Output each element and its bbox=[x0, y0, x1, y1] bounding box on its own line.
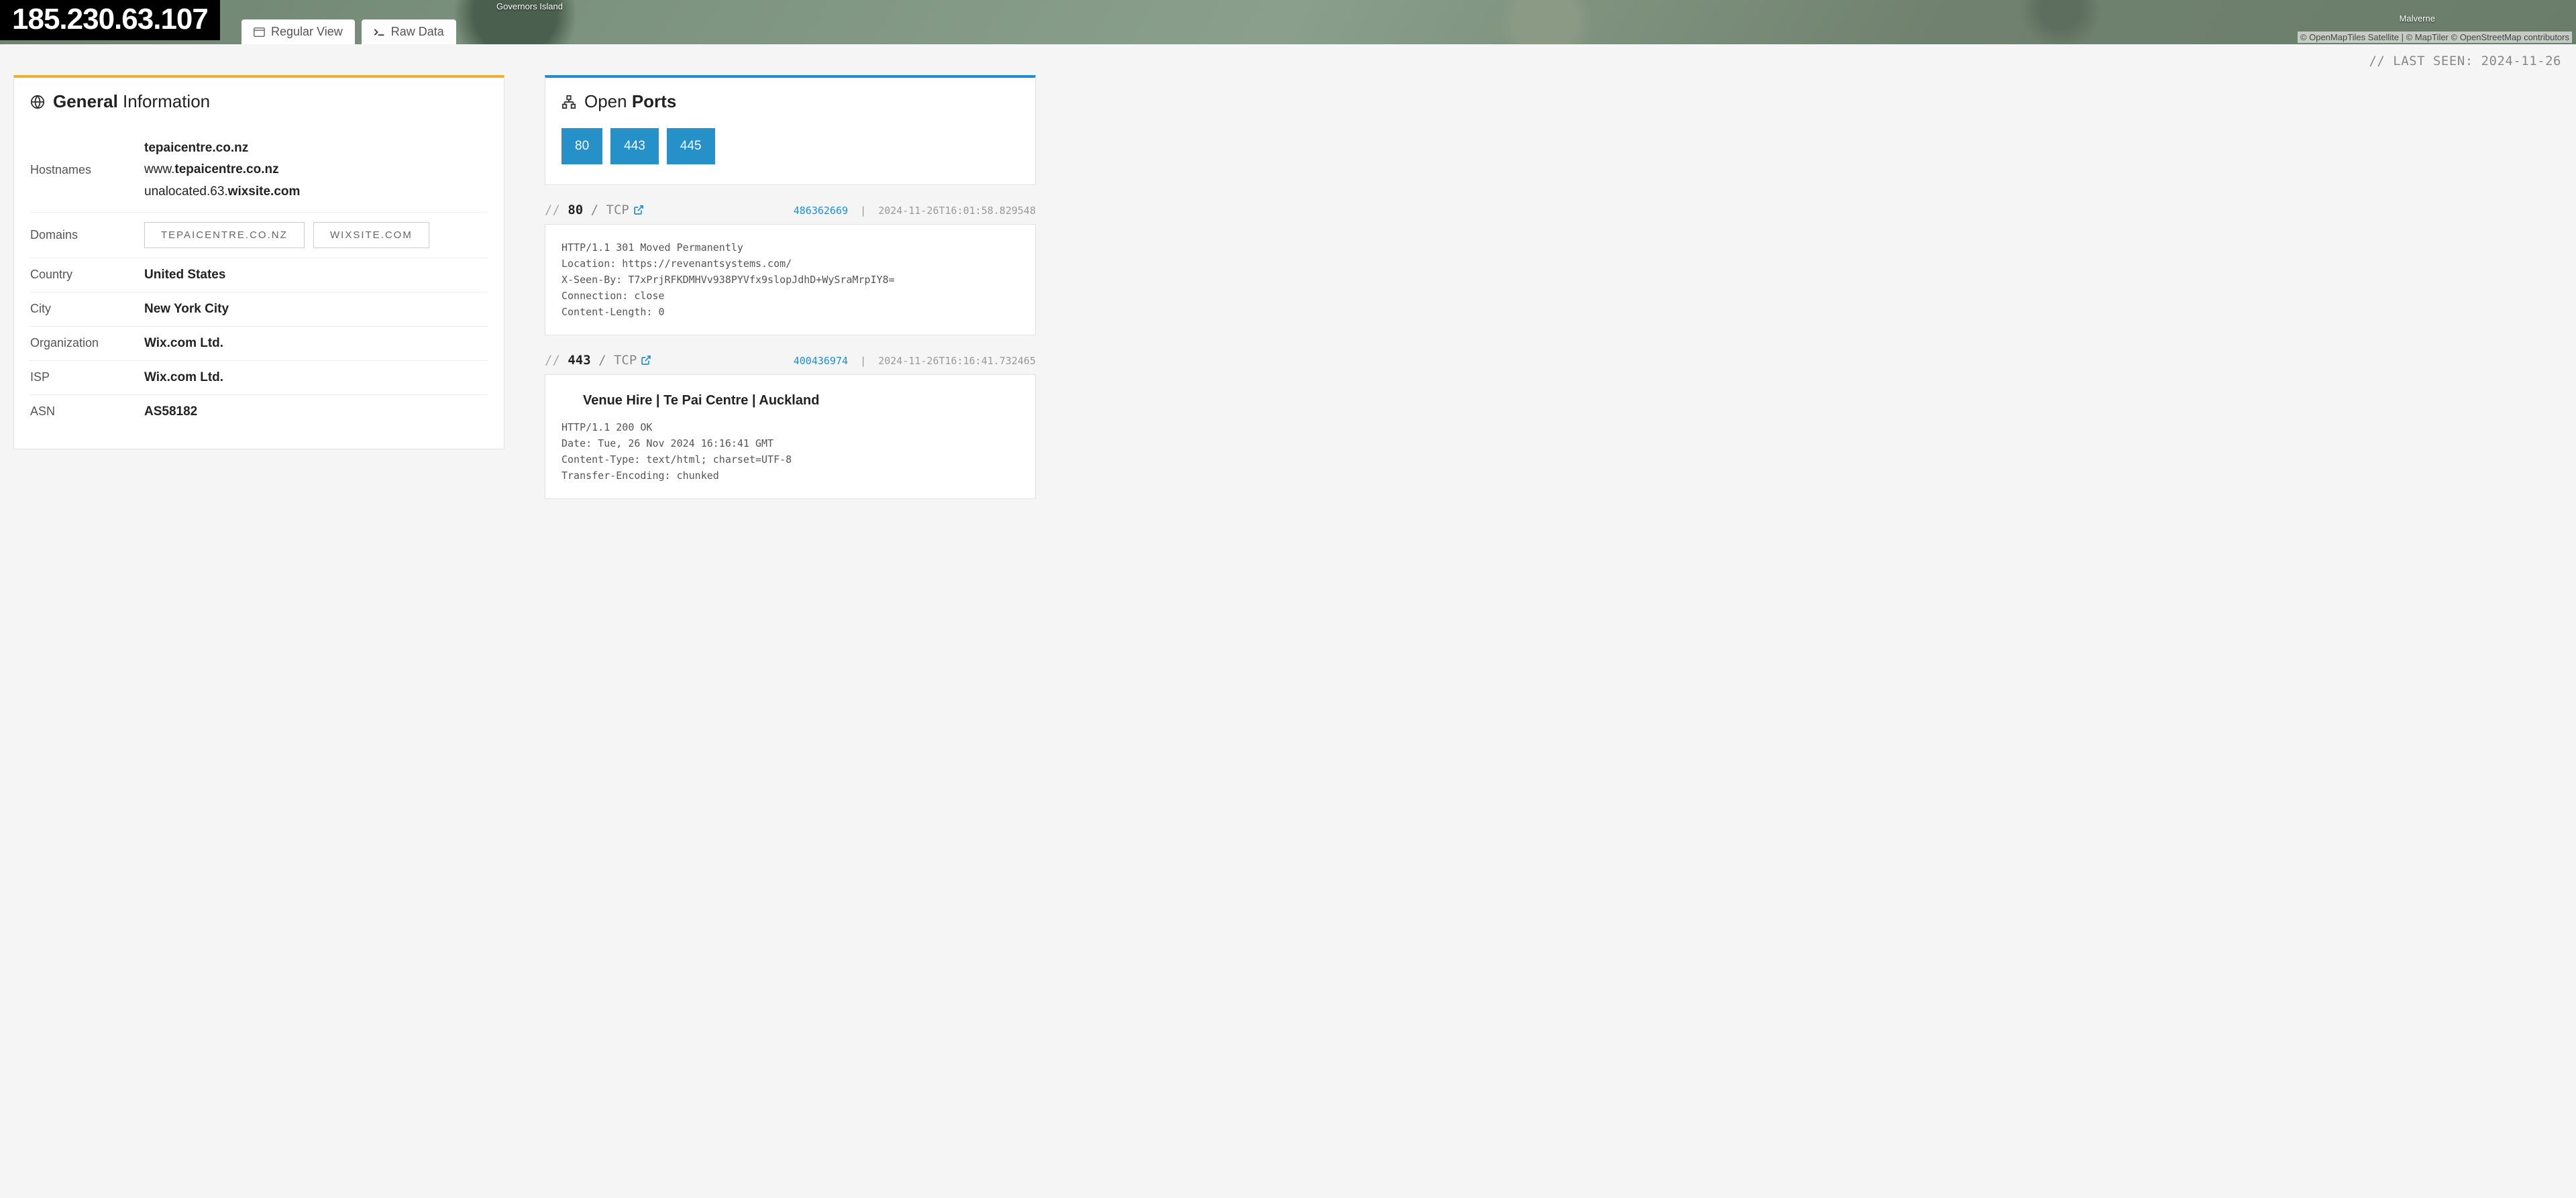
map-attribution: © OpenMapTiles Satellite | © MapTiler © … bbox=[2298, 32, 2572, 43]
country-value: United States bbox=[144, 268, 488, 282]
service-timestamp: 2024-11-26T16:16:41.732465 bbox=[878, 355, 1036, 367]
port-chips: 80 443 445 bbox=[561, 128, 1019, 164]
asn-value: AS58182 bbox=[144, 404, 488, 419]
service-banner-80: HTTP/1.1 301 Moved Permanently Location:… bbox=[545, 224, 1036, 335]
service-hash[interactable]: 486362669 bbox=[794, 205, 848, 217]
map-label-governors: Governors Island bbox=[496, 1, 563, 11]
hostnames-label: Hostnames bbox=[30, 163, 144, 177]
general-info-card: General Information Hostnames tepaicentr… bbox=[13, 75, 504, 449]
port-chip-80[interactable]: 80 bbox=[561, 128, 602, 164]
port-chip-443[interactable]: 443 bbox=[610, 128, 659, 164]
row-hostnames: Hostnames tepaicentre.co.nz www.tepaicen… bbox=[30, 128, 488, 213]
domain-chip[interactable]: TEPAICENTRE.CO.NZ bbox=[144, 222, 305, 248]
row-domains: Domains TEPAICENTRE.CO.NZ WIXSITE.COM bbox=[30, 213, 488, 258]
external-link-icon[interactable] bbox=[633, 205, 644, 215]
external-link-icon[interactable] bbox=[641, 355, 651, 366]
city-value: New York City bbox=[144, 302, 488, 317]
domain-chip[interactable]: WIXSITE.COM bbox=[313, 222, 429, 248]
service-hash[interactable]: 400436974 bbox=[794, 355, 848, 367]
service-banner-443: Venue Hire | Te Pai Centre | AucklandHTT… bbox=[545, 374, 1036, 499]
service-port-label: // 80 / TCP bbox=[545, 203, 644, 217]
country-label: Country bbox=[30, 268, 144, 282]
service-header-443: // 443 / TCP 400436974 | 2024-11-26T16:16… bbox=[545, 353, 1036, 368]
organization-label: Organization bbox=[30, 336, 144, 350]
organization-value: Wix.com Ltd. bbox=[144, 336, 488, 351]
main-content: General Information Hostnames tepaicentr… bbox=[0, 75, 2576, 512]
service-header-80: // 80 / TCP 486362669 | 2024-11-26T16:01:… bbox=[545, 203, 1036, 217]
map-label-malverne: Malverne bbox=[2400, 13, 2435, 23]
service-meta: 400436974 | 2024-11-26T16:16:41.732465 bbox=[794, 355, 1036, 367]
asn-label: ASN bbox=[30, 404, 144, 419]
tab-label: Raw Data bbox=[391, 25, 444, 39]
open-ports-card: Open Ports 80 443 445 bbox=[545, 75, 1036, 185]
ip-address-badge: 185.230.63.107 bbox=[0, 0, 220, 40]
isp-value: Wix.com Ltd. bbox=[144, 370, 488, 385]
service-port-label: // 443 / TCP bbox=[545, 353, 651, 368]
row-country: Country United States bbox=[30, 258, 488, 292]
terminal-icon bbox=[374, 28, 386, 37]
banner-raw: HTTP/1.1 200 OK Date: Tue, 26 Nov 2024 1… bbox=[561, 419, 1019, 484]
window-icon bbox=[254, 28, 266, 37]
banner-title: Venue Hire | Te Pai Centre | Auckland bbox=[561, 390, 1019, 419]
view-tabs: Regular View Raw Data bbox=[241, 19, 456, 44]
globe-icon bbox=[30, 95, 45, 109]
tab-raw-data[interactable]: Raw Data bbox=[362, 19, 456, 44]
isp-label: ISP bbox=[30, 370, 144, 384]
tab-label: Regular View bbox=[271, 25, 343, 39]
row-asn: ASN AS58182 bbox=[30, 395, 488, 429]
open-ports-title: Open Ports bbox=[561, 91, 1019, 112]
row-organization: Organization Wix.com Ltd. bbox=[30, 327, 488, 361]
city-label: City bbox=[30, 302, 144, 316]
hostnames-value: tepaicentre.co.nz www.tepaicentre.co.nz … bbox=[144, 138, 488, 203]
general-info-title: General Information bbox=[30, 91, 488, 112]
last-seen-label: // LAST SEEN: 2024-11-26 bbox=[0, 44, 2576, 75]
domains-value: TEPAICENTRE.CO.NZ WIXSITE.COM bbox=[144, 222, 488, 248]
service-meta: 486362669 | 2024-11-26T16:01:58.829548 bbox=[794, 205, 1036, 217]
row-isp: ISP Wix.com Ltd. bbox=[30, 361, 488, 395]
hierarchy-icon bbox=[561, 95, 576, 109]
row-city: City New York City bbox=[30, 292, 488, 327]
tab-regular-view[interactable]: Regular View bbox=[241, 19, 355, 44]
service-timestamp: 2024-11-26T16:01:58.829548 bbox=[878, 205, 1036, 217]
port-chip-445[interactable]: 445 bbox=[667, 128, 715, 164]
banner-raw: HTTP/1.1 301 Moved Permanently Location:… bbox=[561, 239, 1019, 320]
domains-label: Domains bbox=[30, 228, 144, 242]
map-header: Governors Island Malverne 185.230.63.107… bbox=[0, 0, 2576, 44]
